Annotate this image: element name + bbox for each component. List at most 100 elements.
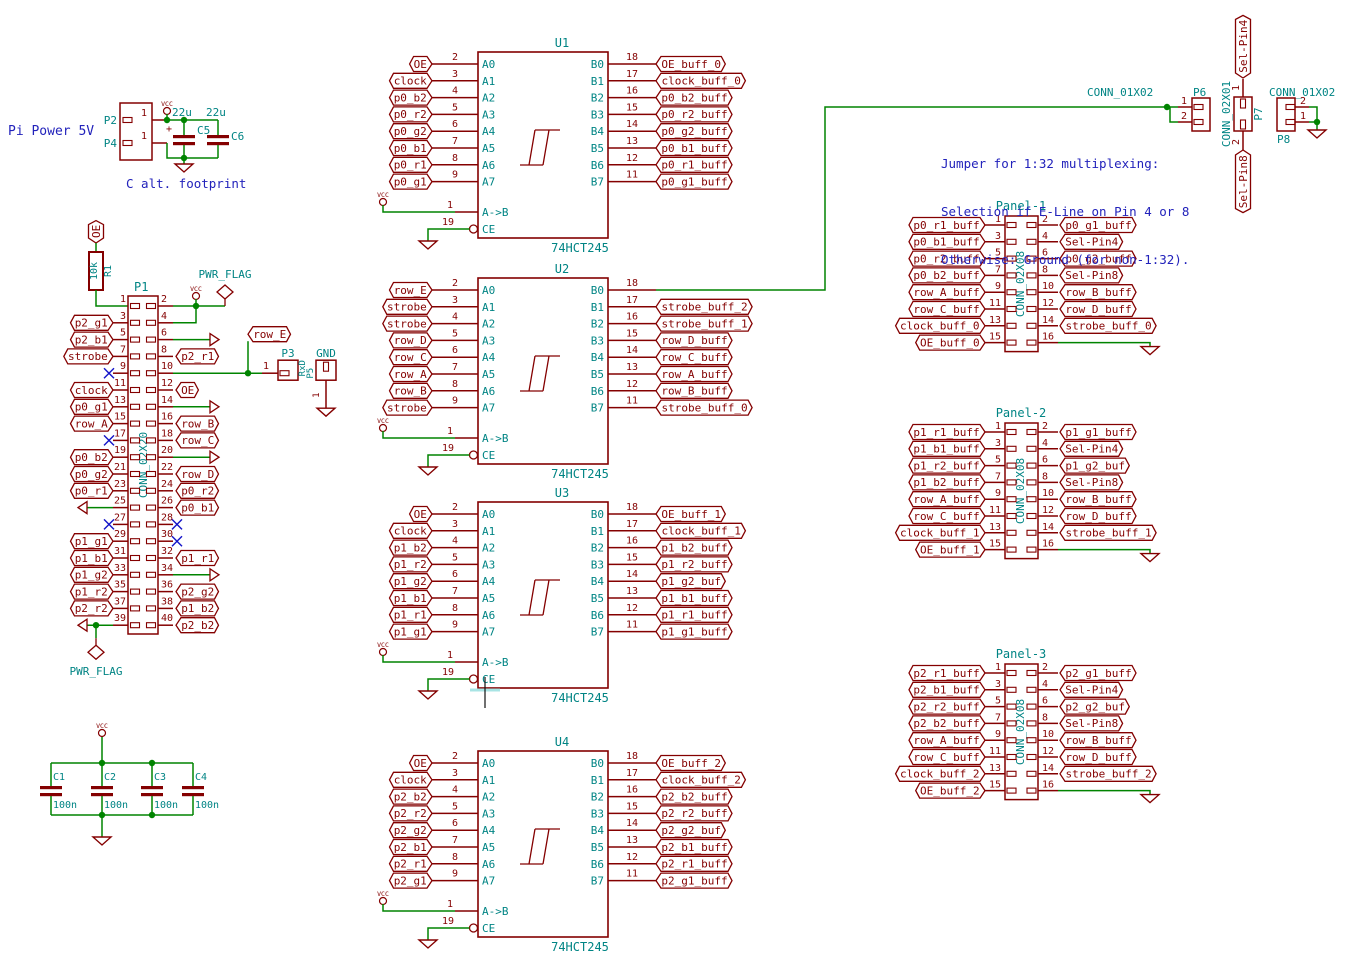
global-label-p0_g1_buff[interactable]: p0_g1_buff [656, 174, 732, 189]
global-label-p0_r1_buff[interactable]: p0_r1_buff [656, 157, 732, 172]
global-label-OE_buff_1[interactable]: OE_buff_1 [656, 507, 725, 522]
global-label-clock_buff_1[interactable]: clock_buff_1 [656, 523, 745, 538]
global-label-p1_b2[interactable]: p1_b2 [176, 601, 219, 616]
global-label-row_B_buff[interactable]: row_B_buff [1060, 492, 1136, 507]
global-label-p2_r1_buff[interactable]: p2_r1_buff [656, 856, 732, 871]
global-label-row_B_buff[interactable]: row_B_buff [656, 383, 732, 398]
global-label-p1_b1[interactable]: p1_b1 [71, 551, 114, 566]
global-label-p2_b2_buff[interactable]: p2_b2_buff [909, 716, 985, 731]
global-label-row_D[interactable]: row_D [390, 333, 433, 348]
global-label-row_C_buff[interactable]: row_C_buff [909, 509, 985, 524]
global-label-clock_buff_2[interactable]: clock_buff_2 [896, 766, 985, 781]
label-flag[interactable]: Sel-Pin8 [1236, 150, 1251, 213]
global-label-p0_r2[interactable]: p0_r2 [176, 483, 219, 498]
global-label-p2_b1_buff[interactable]: p2_b1_buff [656, 840, 732, 855]
global-label-Sel-Pin8[interactable]: Sel-Pin8 [1060, 716, 1123, 731]
empty-label-arrow-icon[interactable] [78, 502, 87, 514]
global-label-p1_b2_buff[interactable]: p1_b2_buff [656, 540, 732, 555]
chip-U1[interactable]: U174HCT245OE2A018B0OE_buff_0clock3A117B1… [377, 36, 745, 255]
global-label-row_B[interactable]: row_B [176, 416, 219, 431]
global-label-row_A_buff[interactable]: row_A_buff [909, 492, 985, 507]
global-label-clock[interactable]: clock [390, 772, 433, 787]
global-label-p1_r1_buff[interactable]: p1_r1_buff [909, 425, 985, 440]
global-label-p1_b1[interactable]: p1_b1 [390, 591, 433, 606]
global-label-p2_g2[interactable]: p2_g2 [176, 584, 219, 599]
global-label-p2_r1[interactable]: p2_r1 [390, 856, 433, 871]
global-label-p0_g2_buff[interactable]: p0_g2_buff [656, 124, 732, 139]
global-label-row_C_buff[interactable]: row_C_buff [656, 350, 732, 365]
global-label-p2_g2[interactable]: p2_g2 [390, 823, 433, 838]
global-label-clock[interactable]: clock [390, 523, 433, 538]
global-label-p0_b1[interactable]: p0_b1 [390, 141, 433, 156]
global-label-p2_r1_buff[interactable]: p2_r1_buff [909, 666, 985, 681]
empty-label-arrow-icon[interactable] [210, 451, 219, 463]
global-label-p1_r2[interactable]: p1_r2 [390, 557, 433, 572]
global-label-OE[interactable]: OE [176, 383, 198, 398]
global-label-p0_g1[interactable]: p0_g1 [390, 174, 433, 189]
global-label-p2_g1_buff[interactable]: p2_g1_buff [656, 873, 732, 888]
global-label-row_C[interactable]: row_C [390, 350, 433, 365]
global-label-p2_b2[interactable]: p2_b2 [390, 789, 433, 804]
global-label-p0_r2[interactable]: p0_r2 [390, 107, 433, 122]
global-label-OE[interactable]: OE [410, 507, 432, 522]
global-label-strobe_buff_1[interactable]: strobe_buff_1 [1060, 525, 1156, 540]
global-label-row_B_buff[interactable]: row_B_buff [1060, 733, 1136, 748]
global-label-strobe[interactable]: strobe [383, 400, 432, 415]
global-label-strobe_buff_2[interactable]: strobe_buff_2 [656, 299, 752, 314]
global-label-clock_buff_1[interactable]: clock_buff_1 [896, 525, 985, 540]
global-label-p1_g2[interactable]: p1_g2 [71, 567, 114, 582]
global-label-p1_g1[interactable]: p1_g1 [390, 624, 433, 639]
global-label-p1_b1_buff[interactable]: p1_b1_buff [909, 441, 985, 456]
connector-P1[interactable]: P1CONN_02X2013p2_g15p2_b17strobe911clock… [64, 268, 336, 678]
global-label-p1_g2_buf[interactable]: p1_g2_buf [656, 574, 725, 589]
global-label-clock[interactable]: clock [71, 383, 114, 398]
global-label-p2_r2_buff[interactable]: p2_r2_buff [656, 806, 732, 821]
global-label-p2_g2_buf[interactable]: p2_g2_buf [656, 823, 725, 838]
global-label-strobe[interactable]: strobe [383, 316, 432, 331]
global-label-p0_b1_buff[interactable]: p0_b1_buff [656, 141, 732, 156]
connector-Panel-2[interactable]: Panel-2CONN_02X081p1_r1_buff3p1_b1_buff5… [896, 406, 1159, 562]
global-label-p1_r2_buff[interactable]: p1_r2_buff [656, 557, 732, 572]
global-label-row_E[interactable]: row_E [248, 327, 291, 342]
global-label-p1_r1[interactable]: p1_r1 [390, 607, 433, 622]
global-label-row_A_buff[interactable]: row_A_buff [909, 733, 985, 748]
connector-P6-body[interactable] [1192, 98, 1210, 131]
global-label-p2_b1_buff[interactable]: p2_b1_buff [909, 682, 985, 697]
kicad-schematic-canvas[interactable]: P2P411VCC+22uC522uC6OE10kR1P1CONN_02X201… [0, 0, 1354, 969]
global-label-p0_g1[interactable]: p0_g1 [71, 399, 114, 414]
global-label-clock[interactable]: clock [390, 73, 433, 88]
global-label-Sel-Pin8[interactable]: Sel-Pin8 [1060, 475, 1123, 490]
global-label-p2_b2_buff[interactable]: p2_b2_buff [656, 789, 732, 804]
global-label-p1_g1_buff[interactable]: p1_g1_buff [656, 624, 732, 639]
label-flag[interactable]: OE [89, 221, 104, 243]
global-label-p0_g2[interactable]: p0_g2 [71, 467, 114, 482]
pwr-flag[interactable]: PWR_FLAG [70, 638, 123, 678]
global-label-Sel-Pin8[interactable]: Sel-Pin8 [1236, 150, 1251, 213]
global-label-strobe[interactable]: strobe [64, 349, 113, 364]
global-label-clock_buff_0[interactable]: clock_buff_0 [896, 318, 985, 333]
global-label-row_C[interactable]: row_C [176, 433, 219, 448]
global-label-OE[interactable]: OE [410, 57, 432, 72]
global-label-row_A[interactable]: row_A [390, 367, 433, 382]
global-label-p1_b2_buff[interactable]: p1_b2_buff [909, 475, 985, 490]
global-label-row_A_buff[interactable]: row_A_buff [656, 367, 732, 382]
global-label-p2_g1[interactable]: p2_g1 [390, 873, 433, 888]
global-label-Sel-Pin4[interactable]: Sel-Pin4 [1236, 15, 1251, 78]
pwr-flag[interactable]: PWR_FLAG [199, 268, 252, 306]
global-label-strobe_buff_0[interactable]: strobe_buff_0 [1060, 318, 1156, 333]
global-label-row_D[interactable]: row_D [176, 467, 219, 482]
global-label-row_D_buff[interactable]: row_D_buff [1060, 302, 1136, 317]
global-label-p2_b1[interactable]: p2_b1 [390, 840, 433, 855]
empty-label-arrow-icon[interactable] [210, 401, 219, 413]
global-label-strobe[interactable]: strobe [383, 299, 432, 314]
global-label-p1_g1[interactable]: p1_g1 [71, 534, 114, 549]
global-label-OE_buff_0[interactable]: OE_buff_0 [656, 57, 725, 72]
chip-U3[interactable]: U374HCT245OE2A018B0OE_buff_1clock3A117B1… [377, 486, 745, 708]
global-label-strobe_buff_0[interactable]: strobe_buff_0 [656, 400, 752, 415]
global-label-p2_r1[interactable]: p2_r1 [176, 349, 219, 364]
connector-Panel-3[interactable]: Panel-3CONN_02X081p2_r1_buff3p2_b1_buff5… [896, 647, 1159, 803]
label-flag[interactable]: Sel-Pin4 [1236, 15, 1251, 78]
global-label-p0_r1[interactable]: p0_r1 [390, 157, 433, 172]
global-label-p1_r1[interactable]: p1_r1 [176, 551, 219, 566]
global-label-row_D_buff[interactable]: row_D_buff [1060, 509, 1136, 524]
